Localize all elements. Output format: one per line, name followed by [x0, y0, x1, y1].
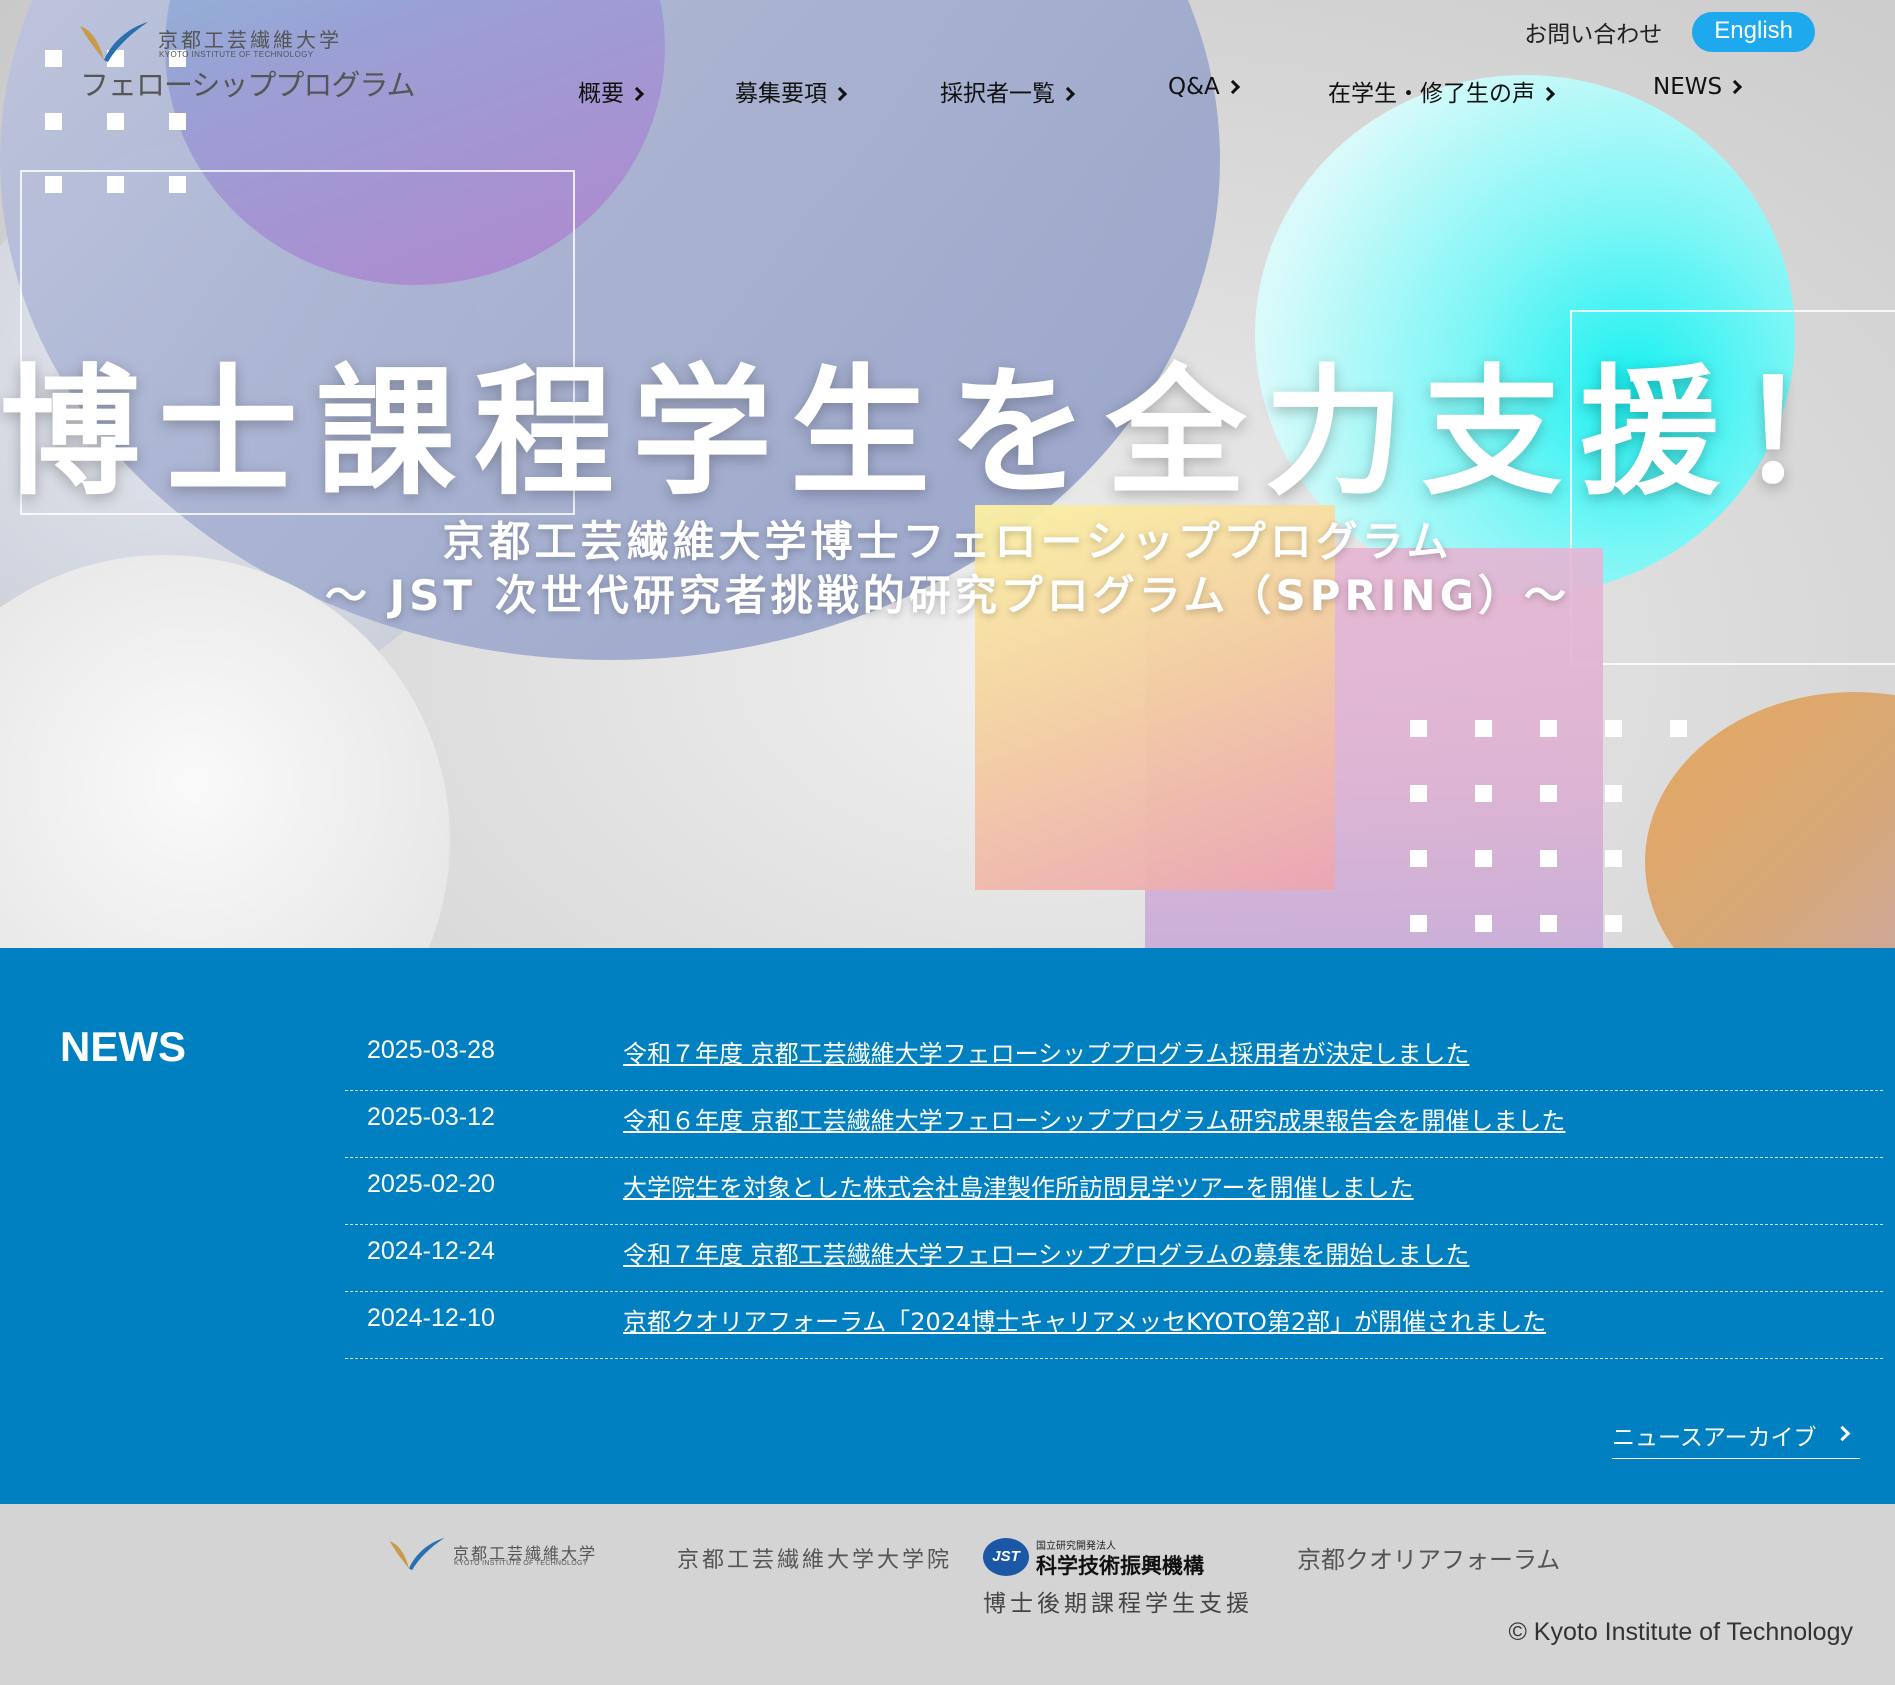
news-item: 2024-12-10 京都クオリアフォーラム「2024博士キャリアメッセKYOT…: [345, 1292, 1883, 1359]
hero-banner: 博士課程学生を全力支援！ 京都工芸繊維大学博士フェローシッププログラム ～ JS…: [0, 0, 1895, 948]
news-link[interactable]: 令和７年度 京都工芸繊維大学フェローシッププログラム採用者が決定しました: [623, 1034, 1469, 1069]
hero-subtitle: 京都工芸繊維大学博士フェローシッププログラム: [442, 517, 1453, 566]
footer-logo-graduate-school[interactable]: 京都工芸繊維大学大学院: [677, 1542, 952, 1574]
jst-sub-label: 博士後期課程学生支援: [983, 1591, 1253, 1617]
university-name-en: KYOTO INSTITUTE OF TECHNOLOGY: [159, 50, 314, 59]
nav-item-selected-list[interactable]: 採択者一覧: [940, 74, 1076, 108]
nav-item-news[interactable]: NEWS: [1653, 74, 1743, 100]
news-link[interactable]: 令和６年度 京都工芸繊維大学フェローシッププログラム研究成果報告会を開催しました: [623, 1101, 1565, 1136]
chevron-right-icon: [1060, 86, 1076, 102]
nav-item-overview[interactable]: 概要: [578, 74, 645, 108]
hero-subtitle: ～ JST 次世代研究者挑戦的研究プログラム（SPRING）～: [324, 571, 1571, 620]
chevron-right-icon: [629, 86, 645, 102]
news-link[interactable]: 京都クオリアフォーラム「2024博士キャリアメッセKYOTO第2部」が開催されま…: [623, 1302, 1546, 1337]
news-item: 2025-02-20 大学院生を対象とした株式会社島津製作所訪問見学ツアーを開催…: [345, 1158, 1883, 1225]
footer-logo-kit[interactable]: 京都工芸繊維大学 KYOTO INSTITUTE OF TECHNOLOGY: [388, 1536, 603, 1576]
news-date: 2025-02-20: [367, 1170, 495, 1198]
news-item: 2025-03-28 令和７年度 京都工芸繊維大学フェローシッププログラム採用者…: [345, 1024, 1883, 1091]
news-list: 2025-03-28 令和７年度 京都工芸繊維大学フェローシッププログラム採用者…: [345, 1024, 1883, 1359]
footer: 京都工芸繊維大学 KYOTO INSTITUTE OF TECHNOLOGY 京…: [0, 1504, 1895, 1685]
nav-item-label: 採択者一覧: [940, 81, 1055, 107]
nav-item-label: NEWS: [1653, 74, 1723, 100]
news-item: 2024-12-24 令和７年度 京都工芸繊維大学フェローシッププログラムの募集…: [345, 1225, 1883, 1292]
university-logo-mark-icon: [389, 1537, 445, 1571]
footer-kit-name-en: KYOTO INSTITUTE OF TECHNOLOGY: [454, 1560, 588, 1567]
utility-links: お問い合わせ English: [1524, 12, 1815, 52]
hero-title: 博士課程学生を全力支援！: [0, 352, 1895, 515]
chevron-right-icon: [1834, 1425, 1851, 1442]
nav-item-application[interactable]: 募集要項: [735, 74, 848, 108]
jst-org-name: 科学技術振興機構: [1036, 1554, 1204, 1578]
news-date: 2025-03-12: [367, 1103, 495, 1131]
news-date: 2024-12-24: [367, 1237, 495, 1265]
jst-logo-icon: JST: [983, 1538, 1029, 1576]
news-item: 2025-03-12 令和６年度 京都工芸繊維大学フェローシッププログラム研究成…: [345, 1091, 1883, 1158]
university-logo-mark-icon: [80, 22, 148, 62]
program-name: フェローシッププログラム: [80, 68, 416, 102]
contact-link[interactable]: お問い合わせ: [1524, 15, 1662, 49]
chevron-right-icon: [1728, 79, 1743, 95]
chevron-right-icon: [832, 86, 848, 102]
nav-item-voices[interactable]: 在学生・修了生の声: [1328, 74, 1556, 108]
news-archive-link[interactable]: ニュースアーカイブ: [1612, 1418, 1860, 1459]
news-section: NEWS 2025-03-28 令和７年度 京都工芸繊維大学フェローシッププログ…: [0, 948, 1895, 1504]
nav-item-label: 募集要項: [735, 81, 827, 107]
news-archive-label: ニュースアーカイブ: [1612, 1425, 1817, 1451]
news-date: 2024-12-10: [367, 1304, 495, 1332]
nav-item-label: 在学生・修了生の声: [1328, 81, 1535, 107]
chevron-right-icon: [1540, 86, 1556, 102]
site-logo[interactable]: 京都工芸繊維大学 KYOTO INSTITUTE OF TECHNOLOGY フ…: [78, 18, 416, 102]
copyright: © Kyoto Institute of Technology: [1508, 1618, 1853, 1646]
news-link[interactable]: 令和７年度 京都工芸繊維大学フェローシッププログラムの募集を開始しました: [623, 1235, 1469, 1270]
chevron-right-icon: [1225, 79, 1240, 95]
footer-logo-qualia-forum[interactable]: 京都クオリアフォーラム: [1297, 1540, 1560, 1575]
nav-item-qa[interactable]: Q&A: [1168, 74, 1240, 100]
nav-item-label: Q&A: [1168, 74, 1220, 100]
footer-logo-jst[interactable]: JST 国立研究開発法人 科学技術振興機構 博士後期課程学生支援: [983, 1532, 1253, 1617]
decorative-dot-grid: [1410, 720, 1687, 932]
university-name: 京都工芸繊維大学: [158, 28, 342, 52]
language-switch-button[interactable]: English: [1692, 12, 1815, 52]
news-link[interactable]: 大学院生を対象とした株式会社島津製作所訪問見学ツアーを開催しました: [623, 1168, 1414, 1203]
nav-item-label: 概要: [578, 81, 624, 107]
news-heading: NEWS: [60, 1023, 186, 1070]
news-date: 2025-03-28: [367, 1036, 495, 1064]
